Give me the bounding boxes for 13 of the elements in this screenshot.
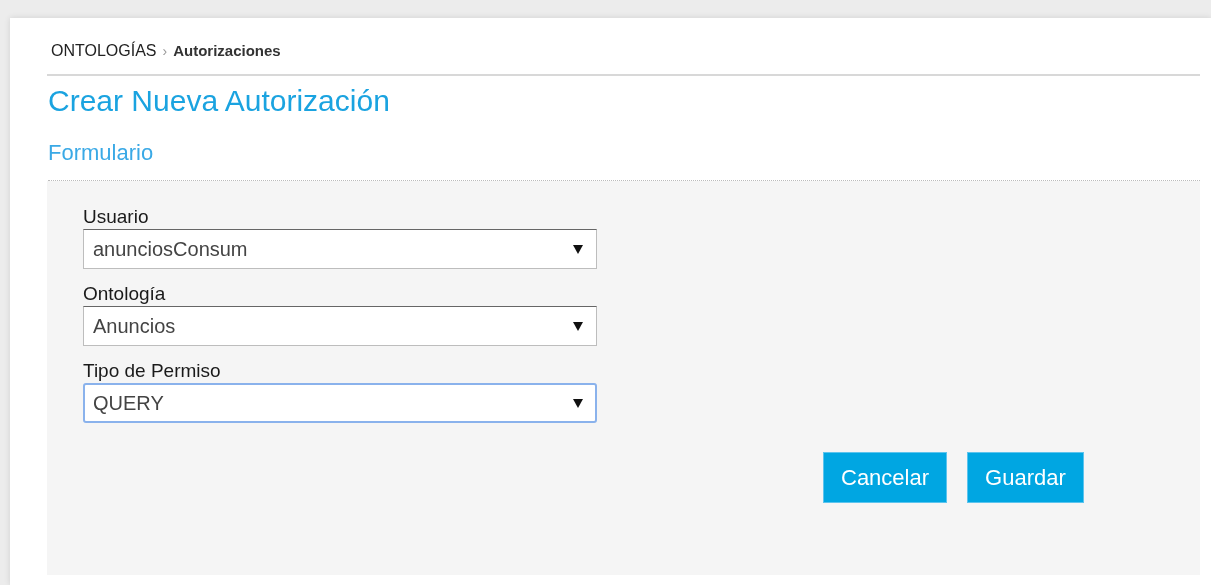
breadcrumb-link[interactable]: ONTOLOGÍAS (51, 42, 157, 60)
caret-icon (573, 244, 583, 254)
field-label: Usuario (83, 205, 150, 229)
select-field[interactable]: QUERY (83, 383, 597, 423)
field-label: Tipo de Permiso (83, 359, 222, 383)
select-field[interactable]: Anuncios (83, 306, 597, 346)
breadcrumb-current: Autorizaciones (173, 42, 281, 59)
breadcrumb-separator: › (162, 43, 168, 59)
field-label: Ontología (83, 282, 167, 306)
page-title: Crear Nueva Autorización (48, 83, 391, 119)
caret-icon (573, 398, 583, 408)
select-field[interactable]: anunciosConsum (83, 229, 597, 269)
caret-icon (573, 321, 583, 331)
